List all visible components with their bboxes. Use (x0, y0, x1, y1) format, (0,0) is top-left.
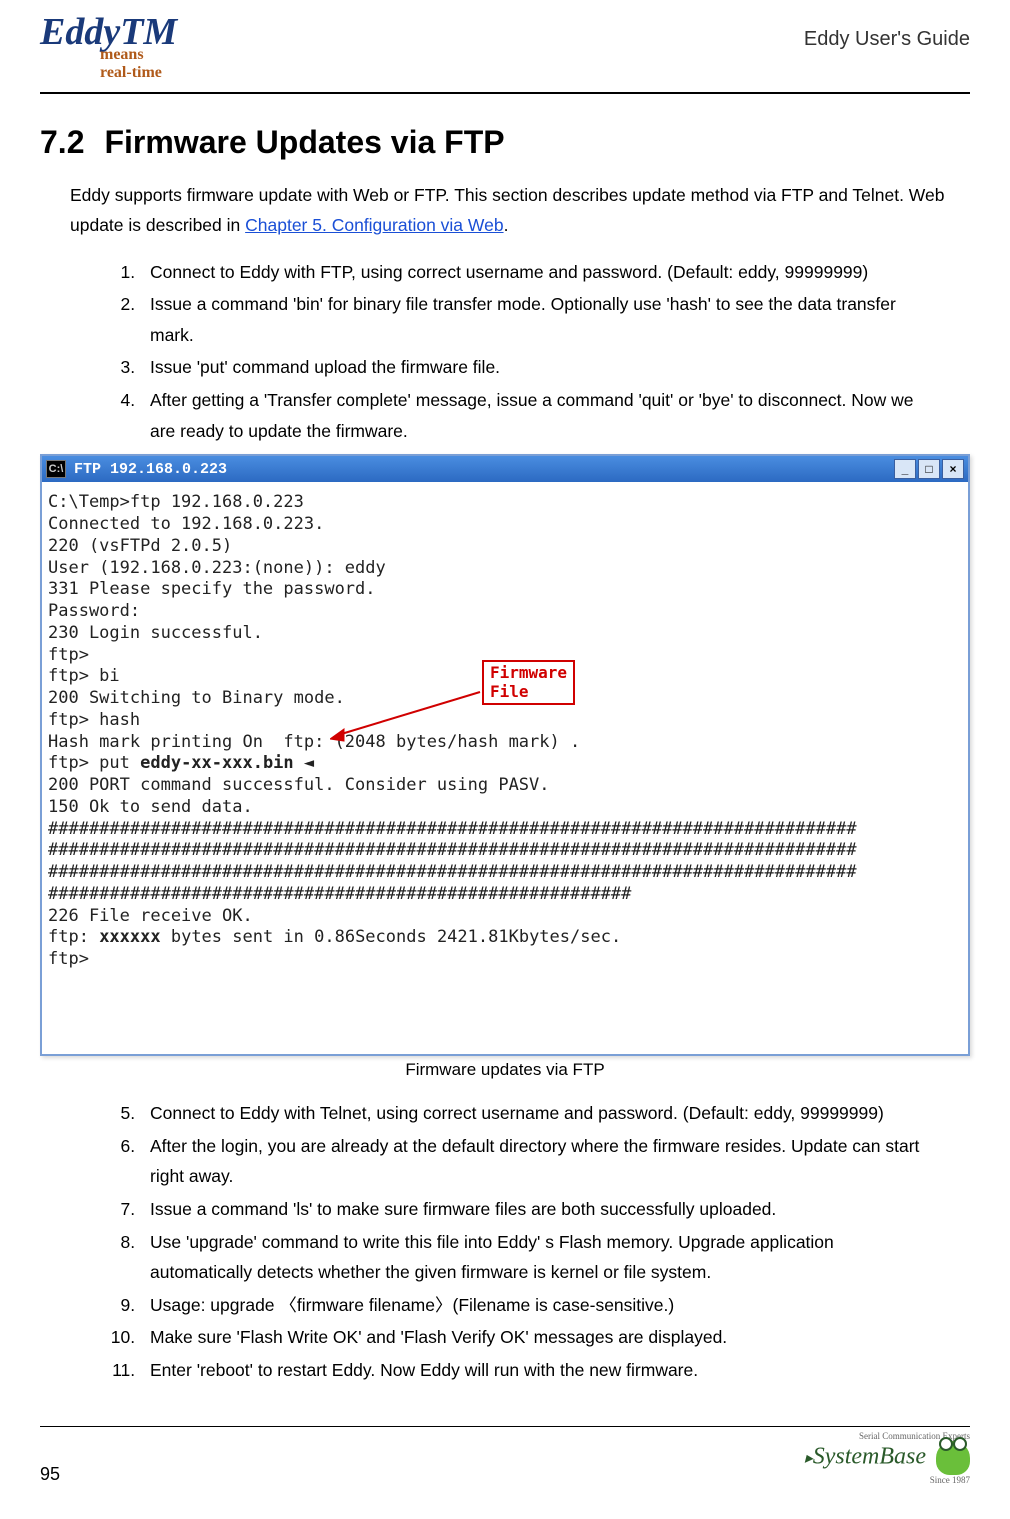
step-item: Use 'upgrade' command to write this file… (140, 1227, 940, 1288)
page-footer: 95 Serial Communication Experts ▸SystemB… (40, 1426, 970, 1485)
terminal-window: C:\ FTP 192.168.0.223 _ □ × C:\Temp>ftp … (40, 454, 970, 1056)
steps-list-b: Connect to Eddy with Telnet, using corre… (40, 1098, 940, 1386)
step-item: Enter 'reboot' to restart Eddy. Now Eddy… (140, 1355, 940, 1386)
window-buttons: _ □ × (894, 459, 964, 479)
firmware-file-callout: Firmware File (482, 660, 575, 705)
firmware-filename: eddy-xx-xxx.bin (140, 753, 294, 773)
callout-arrow-icon (330, 687, 490, 747)
close-button[interactable]: × (942, 459, 964, 479)
terminal-body: C:\Temp>ftp 192.168.0.223 Connected to 1… (42, 482, 968, 1054)
cmd-icon: C:\ (46, 460, 66, 478)
step-item: Usage: upgrade 〈firmware filename〉(Filen… (140, 1290, 940, 1321)
maximize-button[interactable]: □ (918, 459, 940, 479)
logo-subtext: meansreal-time (100, 46, 237, 82)
logo-block: EddyTM meansreal-time (40, 10, 177, 90)
frog-icon (936, 1441, 970, 1475)
steps-list-a: Connect to Eddy with FTP, using correct … (40, 257, 940, 447)
step-item: Issue 'put' command upload the firmware … (140, 352, 940, 383)
config-web-link[interactable]: Chapter 5. Configuration via Web (245, 215, 503, 235)
step-item: Connect to Eddy with FTP, using correct … (140, 257, 940, 288)
page-header: EddyTM meansreal-time Eddy User's Guide (40, 10, 970, 94)
section-title: Firmware Updates via FTP (104, 124, 504, 160)
window-titlebar: C:\ FTP 192.168.0.223 _ □ × (42, 456, 968, 482)
terminal-figure: C:\ FTP 192.168.0.223 _ □ × C:\Temp>ftp … (40, 454, 970, 1056)
step-item: Make sure 'Flash Write OK' and 'Flash Ve… (140, 1322, 940, 1353)
step-item: After getting a 'Transfer complete' mess… (140, 385, 940, 446)
sb-since: Since 1987 (805, 1475, 970, 1485)
step-item: Issue a command 'ls' to make sure firmwa… (140, 1194, 940, 1225)
page-number: 95 (40, 1464, 60, 1485)
figure-caption: Firmware updates via FTP (40, 1060, 970, 1080)
step-item: After the login, you are already at the … (140, 1131, 940, 1192)
sb-name: SystemBase (813, 1443, 926, 1469)
window-title: FTP 192.168.0.223 (74, 461, 227, 478)
guide-title: Eddy User's Guide (804, 28, 970, 51)
minimize-button[interactable]: _ (894, 459, 916, 479)
section-heading: 7.2 Firmware Updates via FTP (40, 124, 970, 161)
section-number: 7.2 (40, 124, 84, 160)
intro-paragraph: Eddy supports firmware update with Web o… (70, 181, 970, 241)
systembase-logo: Serial Communication Experts ▸SystemBase… (805, 1431, 970, 1485)
step-item: Connect to Eddy with Telnet, using corre… (140, 1098, 940, 1129)
step-item: Issue a command 'bin' for binary file tr… (140, 289, 940, 350)
